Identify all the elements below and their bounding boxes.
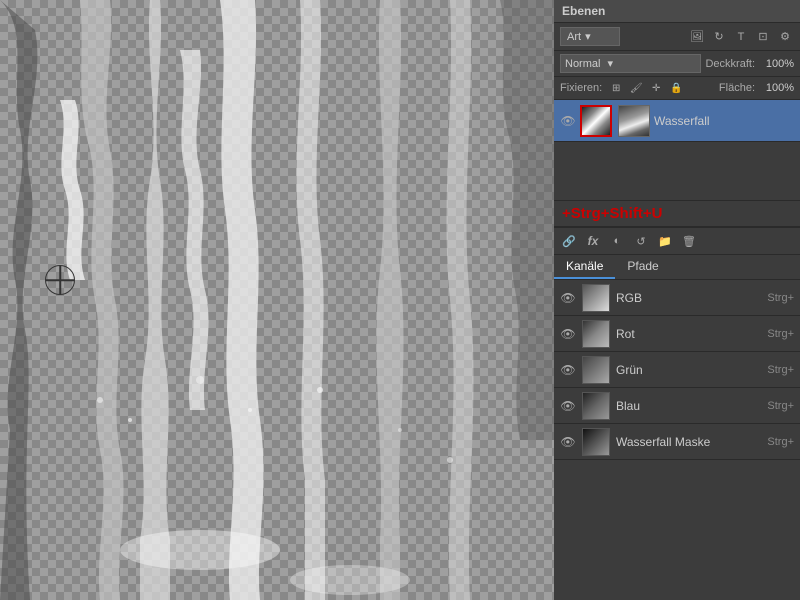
channel-rgb-thumb [582,284,610,312]
channel-rgb-name: RGB [616,291,761,305]
brush-lock-icon[interactable]: 🖌 [628,80,644,96]
layer-item[interactable]: 👁 Wasserfall [554,100,800,142]
text-icon[interactable]: T [732,28,750,46]
channel-mask-shortcut: Strg+ [767,436,794,448]
fixieren-label: Fixieren: [560,82,602,94]
flache-label: Fläche: [719,82,755,94]
channel-blau-thumb [582,392,610,420]
channel-list: 👁 RGB Strg+ 👁 Rot Strg+ 👁 Grün Strg+ 👁 B… [554,280,800,600]
channel-grun[interactable]: 👁 Grün Strg+ [554,352,800,388]
refresh-icon[interactable]: ↻ [710,28,728,46]
tab-kanale[interactable]: Kanäle [554,255,615,279]
channel-blau[interactable]: 👁 Blau Strg+ [554,388,800,424]
channel-blau-visibility[interactable]: 👁 [560,398,576,414]
blend-mode-value: Normal [565,58,600,70]
opacity-label: Deckkraft: [705,58,755,70]
adjustment-layer-icon[interactable]: ◐ [608,232,626,250]
channel-grun-name: Grün [616,363,761,377]
channel-rot-shortcut: Strg+ [767,328,794,340]
layer-name: Wasserfall [654,114,794,128]
blend-mode-dropdown[interactable]: Normal ▾ [560,54,701,73]
gear-icon[interactable]: ⚙ [776,28,794,46]
opacity-value: 100% [759,58,794,70]
link-icon[interactable]: 🔗 [560,232,578,250]
tab-pfade[interactable]: Pfade [615,255,670,279]
layer-bottom-toolbar: 🔗 fx ◐ ↺ 📁 🗑 [554,227,800,255]
channel-grun-thumb [582,356,610,384]
layer-mask-image [619,106,649,136]
tab-kanale-label: Kanäle [566,259,603,273]
blend-row: Normal ▾ Deckkraft: 100% [554,51,800,77]
channel-blau-name: Blau [616,399,761,413]
channel-mask-thumb [582,428,610,456]
move-lock-icon[interactable]: ✛ [648,80,664,96]
fx-icon[interactable]: fx [584,232,602,250]
shortcut-text: +Strg+Shift+U [562,205,662,222]
channel-rgb-shortcut: Strg+ [767,292,794,304]
channel-grun-shortcut: Strg+ [767,364,794,376]
panel-title: Ebenen [562,4,605,18]
channel-blau-shortcut: Strg+ [767,400,794,412]
channel-mask-name: Wasserfall Maske [616,435,761,449]
channel-mask[interactable]: 👁 Wasserfall Maske Strg+ [554,424,800,460]
layer-thumbnail [580,105,612,137]
art-label: Art [567,31,581,43]
channel-rot-name: Rot [616,327,761,341]
layer-thumb-image [582,107,610,135]
right-panel: Ebenen Art ▾ 🖼 ↻ T ⊡ ⚙ Normal ▾ Deckkraf… [554,0,800,600]
art-dropdown[interactable]: Art ▾ [560,27,620,46]
channel-rot[interactable]: 👁 Rot Strg+ [554,316,800,352]
channel-mask-visibility[interactable]: 👁 [560,434,576,450]
checkerboard-icon[interactable]: ⊞ [608,80,624,96]
blend-chevron-icon: ▾ [608,58,614,70]
channel-grun-visibility[interactable]: 👁 [560,362,576,378]
fixieren-row: Fixieren: ⊞ 🖌 ✛ 🔒 Fläche: 100% [554,77,800,100]
layer-mask-thumbnail [618,105,650,137]
visibility-icon[interactable]: 👁 [560,113,576,129]
channel-rgb[interactable]: 👁 RGB Strg+ [554,280,800,316]
delete-layer-icon[interactable]: 🗑 [680,232,698,250]
new-layer-icon[interactable]: 📁 [656,232,674,250]
waterfall-image [0,0,554,600]
art-toolbar-row: Art ▾ 🖼 ↻ T ⊡ ⚙ [554,23,800,51]
channel-tabs: Kanäle Pfade [554,255,800,280]
layer-list: 👁 Wasserfall [554,100,800,200]
channel-rot-thumb [582,320,610,348]
panel-header: Ebenen [554,0,800,23]
canvas-area [0,0,554,600]
channel-rgb-visibility[interactable]: 👁 [560,290,576,306]
image-icon[interactable]: 🖼 [688,28,706,46]
lock-icon[interactable]: 🔒 [668,80,684,96]
tab-pfade-label: Pfade [627,259,658,273]
flache-value: 100% [759,82,794,94]
transform-icon[interactable]: ⊡ [754,28,772,46]
channel-rot-visibility[interactable]: 👁 [560,326,576,342]
group-icon[interactable]: ↺ [632,232,650,250]
art-chevron-icon: ▾ [585,30,591,43]
